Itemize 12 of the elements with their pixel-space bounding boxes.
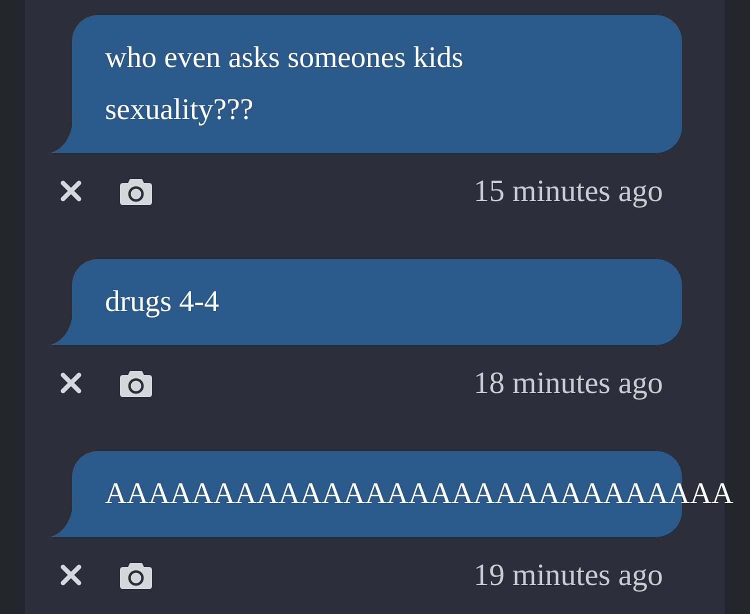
- close-icon[interactable]: [60, 564, 82, 586]
- camera-icon[interactable]: [120, 177, 152, 205]
- timestamp: 19 minutes ago: [474, 556, 663, 594]
- message-text: drugs 4-4: [105, 284, 220, 320]
- close-icon[interactable]: [60, 372, 82, 394]
- close-icon[interactable]: [60, 180, 82, 202]
- timestamp: 15 minutes ago: [474, 172, 663, 210]
- message-text: who even asks someones kids sexuality???: [105, 40, 464, 128]
- timestamp: 18 minutes ago: [474, 364, 663, 402]
- camera-icon[interactable]: [120, 369, 152, 397]
- message-text: AAAAAAAAAAAAAAAAAAAAAAAAAAAAA: [105, 476, 734, 512]
- camera-icon[interactable]: [120, 561, 152, 589]
